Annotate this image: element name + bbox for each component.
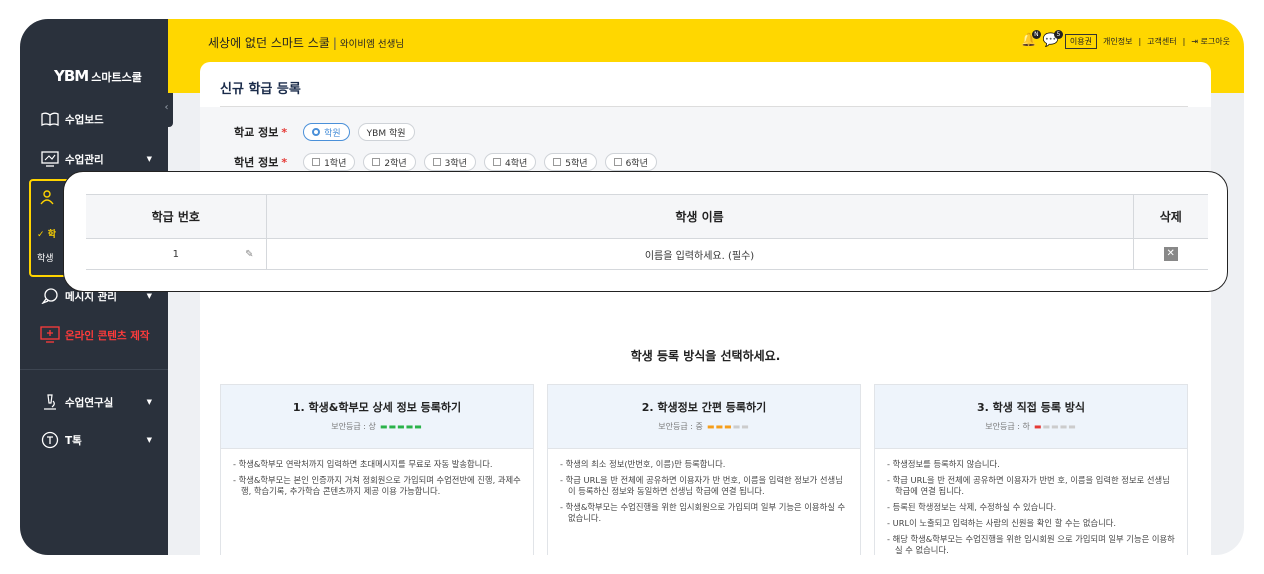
student-name-input[interactable]: 이름을 입력하세요. (필수) <box>266 238 1133 270</box>
school-info-row: 학교 정보 * 학원 YBM 학원 <box>234 123 423 141</box>
book-icon <box>40 110 60 128</box>
card-description: - 학생의 최소 정보(반번호, 이름)만 등록합니다. - 학급 URL을 반… <box>548 449 860 539</box>
screen-icon <box>40 326 60 344</box>
message-icon[interactable]: 💬 5 <box>1043 30 1063 49</box>
grade-option[interactable]: 1학년 <box>303 153 356 171</box>
radio-icon <box>312 128 321 136</box>
sidebar-subitem-active[interactable]: ✓ 학 <box>37 227 56 240</box>
page-title: 신규 학급 등록 <box>220 82 301 97</box>
list-item: - 등록된 학생정보는 삭제, 수정하실 수 있습니다. <box>887 502 1057 512</box>
sidebar-item-class-management[interactable]: 수업관리 ▼ <box>40 150 152 168</box>
checkbox-icon <box>432 158 441 166</box>
grade-info-row: 학년 정보 * 1학년 2학년 3학년 4학년 5학년 6학년 <box>234 153 665 171</box>
chevron-down-icon: ▼ <box>146 398 152 406</box>
card-description: - 학생정보를 등록하지 않습니다. - 학급 URL을 반 전체에 공유하면 … <box>875 449 1187 555</box>
student-table: 학급 번호 학생 이름 삭제 1 ✎ 이름을 입력하세요. (필수) ✕ <box>86 194 1208 270</box>
class-number-cell[interactable]: 1 ✎ <box>86 238 267 270</box>
grade-option[interactable]: 2학년 <box>363 153 416 171</box>
school-option-ybm[interactable]: YBM 학원 <box>357 123 415 141</box>
column-header-student-name: 학생 이름 <box>266 194 1133 239</box>
security-level-bar: ▬▬▬▬▬ <box>1033 422 1077 431</box>
column-header-delete: 삭제 <box>1132 194 1208 239</box>
method-title: 학생 등록 방식을 선택하세요. <box>630 349 781 363</box>
method-card-detailed[interactable]: 1. 학생&학부모 상세 정보 등록하기 보안등급 : 상 ▬▬▬▬▬ - 학생&… <box>220 384 534 555</box>
checkbox-icon <box>312 158 321 166</box>
header-actions: 🔔 N 💬 5 이용권 개인정보 | 고객센터 | ⇥ 로그아웃 <box>1020 30 1230 49</box>
sidebar-item-online-content[interactable]: 온라인 콘텐츠 제작 <box>40 326 152 344</box>
list-item: - 해당 학생&학부모는 수업진행을 위한 임시회원 으로 가입되며 일부 기능… <box>887 534 1175 555</box>
plan-button[interactable]: 이용권 <box>1064 33 1097 49</box>
school-option-academy[interactable]: 학원 <box>303 123 350 141</box>
student-table-popup: 학급 번호 학생 이름 삭제 1 ✎ 이름을 입력하세요. (필수) ✕ <box>63 171 1228 292</box>
table-header-row: 학급 번호 학생 이름 삭제 <box>86 194 1208 239</box>
list-item: - 학생&학부모는 수업진행을 위한 임시회원으로 가입되며 일부 기능은 이용… <box>560 502 846 523</box>
sidebar-collapse-button[interactable]: ‹ <box>160 89 173 127</box>
sidebar-item-ttalk[interactable]: T톡 ▼ <box>40 431 152 449</box>
checkbox-icon <box>372 158 381 166</box>
list-item: - 학생&학부모 연락처까지 입력하면 초대메시지를 무료로 자동 발송합니다. <box>233 459 493 469</box>
checkbox-icon <box>553 158 562 166</box>
grade-option[interactable]: 6학년 <box>604 153 657 171</box>
column-header-class-number: 학급 번호 <box>86 194 267 239</box>
security-level-bar: ▬▬▬▬▬ <box>706 422 750 431</box>
monitor-icon <box>40 150 60 168</box>
chevron-down-icon: ▼ <box>146 436 152 444</box>
t-icon <box>40 431 60 449</box>
card-header: 2. 학생정보 간편 등록하기 보안등급 : 중 ▬▬▬▬▬ <box>548 385 860 449</box>
list-item: - 학생정보를 등록하지 않습니다. <box>887 459 1000 469</box>
logo[interactable]: YBM 스마트스쿨 <box>54 67 142 85</box>
sidebar-item-research[interactable]: 수업연구실 ▼ <box>40 393 152 411</box>
list-item: - URL이 노출되고 입력하는 사람의 신원을 확인 할 수는 없습니다. <box>887 518 1117 528</box>
list-item: - 학생&학부모는 본인 인증까지 거쳐 정회원으로 가입되며 수업전반에 진행… <box>233 475 521 496</box>
card-header: 3. 학생 직접 등록 방식 보안등급 : 하 ▬▬▬▬▬ <box>875 385 1187 449</box>
school-name: 세상에 없던 스마트 스쿨 <box>208 36 330 50</box>
card-description: - 학생&학부모 연락처까지 입력하면 초대메시지를 무료로 자동 발송합니다.… <box>221 449 533 512</box>
bell-icon[interactable]: 🔔 N <box>1021 30 1041 49</box>
method-card-simple[interactable]: 2. 학생정보 간편 등록하기 보안등급 : 중 ▬▬▬▬▬ - 학생의 최소 정… <box>547 384 861 555</box>
grade-option[interactable]: 3학년 <box>423 153 476 171</box>
microscope-icon <box>40 393 60 411</box>
checkbox-icon <box>613 158 622 166</box>
logout-link[interactable]: ⇥ 로그아웃 <box>1191 36 1230 47</box>
main-panel: 신규 학급 등록 학교 정보 * 학원 YBM 학원 학년 정보 * 1학년 2학년… <box>200 62 1211 555</box>
sidebar-divider <box>20 369 168 370</box>
people-icon <box>39 189 55 209</box>
profile-link[interactable]: 개인정보 <box>1103 36 1132 47</box>
school-header: 세상에 없던 스마트 스쿨 | 와이비엠 선생님 <box>208 36 405 50</box>
grade-option[interactable]: 5학년 <box>544 153 597 171</box>
grade-option[interactable]: 4학년 <box>483 153 537 171</box>
checkbox-icon <box>492 158 501 166</box>
list-item: - 학급 URL을 반 전체에 공유하면 이용자가 반번 호, 이름을 입력한 … <box>887 475 1170 496</box>
chevron-down-icon: ▼ <box>146 292 152 300</box>
delete-cell: ✕ <box>1132 238 1208 270</box>
message-icon <box>40 287 60 305</box>
chevron-down-icon: ▼ <box>146 155 152 163</box>
delete-row-button[interactable]: ✕ <box>1163 247 1178 261</box>
method-card-direct[interactable]: 3. 학생 직접 등록 방식 보안등급 : 하 ▬▬▬▬▬ - 학생정보를 등록하… <box>874 384 1188 555</box>
list-item: - 학생의 최소 정보(반번호, 이름)만 등록합니다. <box>560 459 726 469</box>
security-level-bar: ▬▬▬▬▬ <box>379 422 423 431</box>
pencil-icon[interactable]: ✎ <box>245 249 253 260</box>
list-item: - 학급 URL을 반 전체에 공유하면 이용자가 반 번호, 이름을 입력한 … <box>560 475 843 496</box>
table-row: 1 ✎ 이름을 입력하세요. (필수) ✕ <box>86 238 1208 270</box>
support-link[interactable]: 고객센터 <box>1147 36 1176 47</box>
sidebar-subitem[interactable]: 학생 <box>37 251 54 264</box>
teacher-name: 와이비엠 선생님 <box>339 39 405 50</box>
sidebar-item-dashboard[interactable]: 수업보드 <box>40 110 152 128</box>
card-header: 1. 학생&학부모 상세 정보 등록하기 보안등급 : 상 ▬▬▬▬▬ <box>221 385 533 449</box>
